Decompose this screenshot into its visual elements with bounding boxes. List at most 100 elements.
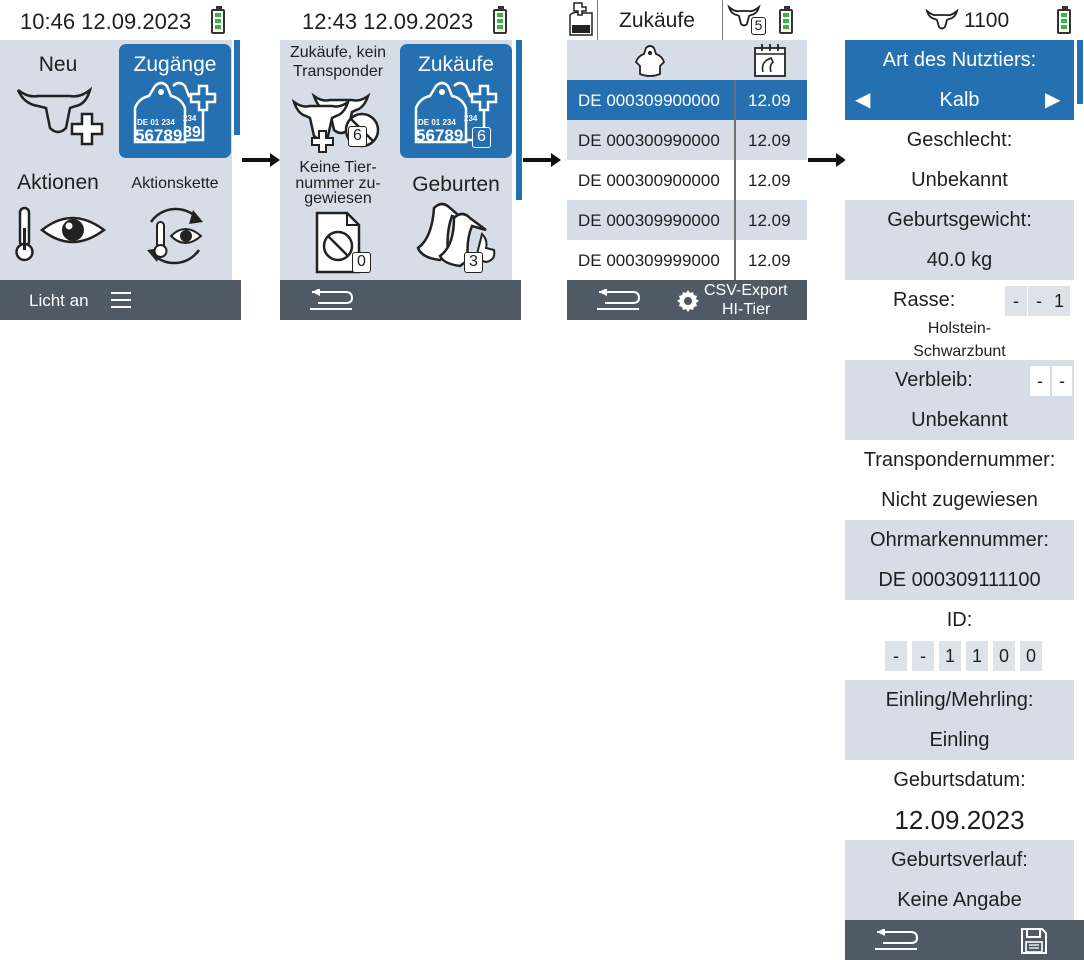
count-badge: 6 [472,127,491,148]
back-arrow-icon[interactable] [873,929,921,953]
tile-zukaeufe-kein-label-1: Zukäufe, kein [289,44,387,61]
einling-value[interactable]: Einling [845,720,1074,760]
tag-number-back-top: 234 [183,114,197,123]
list-item[interactable]: DE 000309900000 12.09 [567,80,807,120]
art-value: Kalb [939,89,980,111]
thermometer-eye-icon [15,206,107,262]
purchase-date: 12.09 [748,251,791,270]
purchase-date: 12.09 [748,211,791,230]
bottom-bar: Licht an [0,280,241,320]
id-digit[interactable]: - [885,641,907,671]
scrollbar[interactable] [234,40,240,135]
menu-icon[interactable] [111,292,131,308]
art-label: Art des Nutztiers: [882,49,1037,71]
tag-number-main: 56789 [416,126,464,145]
clock: 10:46 12.09.2023 [20,9,192,34]
action-chain-icon [147,207,203,265]
tile-geburten-label: Geburten [412,173,500,196]
tile-zukaeufe-kein-transponder[interactable]: Zukäufe, kein Transponder 6 [282,42,394,160]
id-digit[interactable]: 0 [1020,641,1042,671]
verbleib-digit[interactable]: - [1052,366,1072,396]
new-animal-icon [16,86,104,146]
rasse-digit[interactable]: 1 [1048,286,1070,316]
tile-geburten[interactable]: Geburten 3 [400,160,512,278]
datum-label: Geburtsdatum: [893,769,1026,791]
ohrmarke-value[interactable]: DE 000309111100 [845,560,1074,600]
cattle-no-transponder-icon [292,92,380,153]
rasse-name-1: Holstein- [927,320,992,337]
light-toggle-label[interactable]: Licht an [29,291,89,311]
id-label: ID: [946,609,973,631]
csv-export-label[interactable]: CSV-Export [704,282,788,300]
bottom-bar: CSV-Export HI-Tier [567,280,807,320]
verbleib-label: Verbleib: [895,369,973,391]
calendar-birth-icon[interactable] [753,42,787,78]
list-item[interactable]: DE 000309999000 12.09 [567,240,807,280]
tile-zugaenge-label: Zugänge [133,53,217,76]
back-arrow-icon[interactable] [595,289,643,313]
verbleib-value[interactable]: Unbekannt [845,400,1074,440]
tile-aktionen-label: Aktionen [17,171,99,194]
animal-id: 1100 [964,9,1010,32]
geschlecht-value[interactable]: Unbekannt [845,160,1074,200]
count-badge: 6 [348,126,367,147]
list-item[interactable]: DE 000300900000 12.09 [567,160,807,200]
tile-neu[interactable]: Neu [2,42,114,160]
battery-icon [211,6,225,34]
gewicht-label: Geburtsgewicht: [845,200,1074,240]
main-menu-screen: 10:46 12.09.2023 Neu Zugänge DE 01 234 5… [0,0,241,320]
id-digit[interactable]: 0 [993,641,1015,671]
verlauf-value[interactable]: Keine Angabe [845,880,1074,920]
battery-icon [493,6,507,34]
status-bar: 12:43 12.09.2023 [280,0,521,40]
scrollbar[interactable] [516,40,522,200]
ear-tag-number: DE 000309900000 [578,91,720,110]
list-item[interactable]: DE 000309990000 12.09 [567,200,807,240]
scrollbar[interactable] [1077,40,1083,104]
column-divider [734,80,736,280]
flow-arrow-icon [242,153,280,167]
tile-aktionen[interactable]: Aktionen [2,160,114,278]
rasse-digit[interactable]: - [1005,286,1027,316]
ear-tag-icon[interactable] [635,44,665,78]
back-arrow-icon[interactable] [308,289,356,313]
datum-value[interactable]: 12.09.2023 [845,800,1074,840]
ohrmarke-label: Ohrmarkennummer: [845,520,1074,560]
verbleib-digit[interactable]: - [1030,366,1050,396]
next-arrow-icon[interactable]: ▶ [1045,80,1060,120]
purchase-date: 12.09 [748,171,791,190]
id-digit[interactable]: - [912,641,934,671]
count-badge: 3 [464,252,483,273]
count-badge: 5 [751,17,766,35]
save-icon[interactable] [1020,927,1048,955]
id-digit[interactable]: 1 [939,641,961,671]
tag-number-main: 56789 [135,126,183,145]
transponder-value[interactable]: Nicht zugewiesen [845,480,1074,520]
id-digit[interactable]: 1 [966,641,988,671]
tile-zukaeufe-kein-label-2: Transponder [292,63,384,80]
bottom-bar [280,280,521,320]
page-title: Zukäufe [619,9,695,32]
tile-zukaeufe[interactable]: Zukäufe DE 01 234 56789 234 6 [400,44,512,158]
rasse-name-2: Schwarzbunt [913,343,1006,360]
verlauf-label: Geburtsverlauf: [845,840,1074,880]
battery-icon [779,6,793,34]
gear-icon[interactable] [676,289,700,313]
art-selector[interactable]: Art des Nutztiers: ◀ Kalb ▶ [845,40,1074,120]
hi-tier-label[interactable]: HI-Tier [722,301,770,319]
tile-aktionskette[interactable]: Aktionskette [119,160,231,278]
list-item[interactable]: DE 000300990000 12.09 [567,120,807,160]
tile-neu-label: Neu [38,53,78,76]
status-bar: 1100 [845,0,1084,40]
einling-label: Einling/Mehrling: [845,680,1074,720]
ear-tag-number: DE 000309999000 [578,251,720,270]
transponder-label: Transpondernummer: [863,449,1056,471]
ear-tag-number: DE 000309990000 [578,211,720,230]
zugaenge-screen: 12:43 12.09.2023 Zukäufe, kein Transpond… [280,0,522,320]
tile-zugaenge[interactable]: Zugänge DE 01 234 56789 234 89 [119,44,231,158]
ear-tag-number: DE 000300900000 [578,171,720,190]
tile-keine-tiernummer[interactable]: Keine Tier- nummer zu- gewiesen 0 [282,159,394,278]
rasse-digit[interactable]: - [1028,286,1050,316]
stork-icon [416,202,496,268]
gewicht-value[interactable]: 40.0 kg [845,240,1074,280]
